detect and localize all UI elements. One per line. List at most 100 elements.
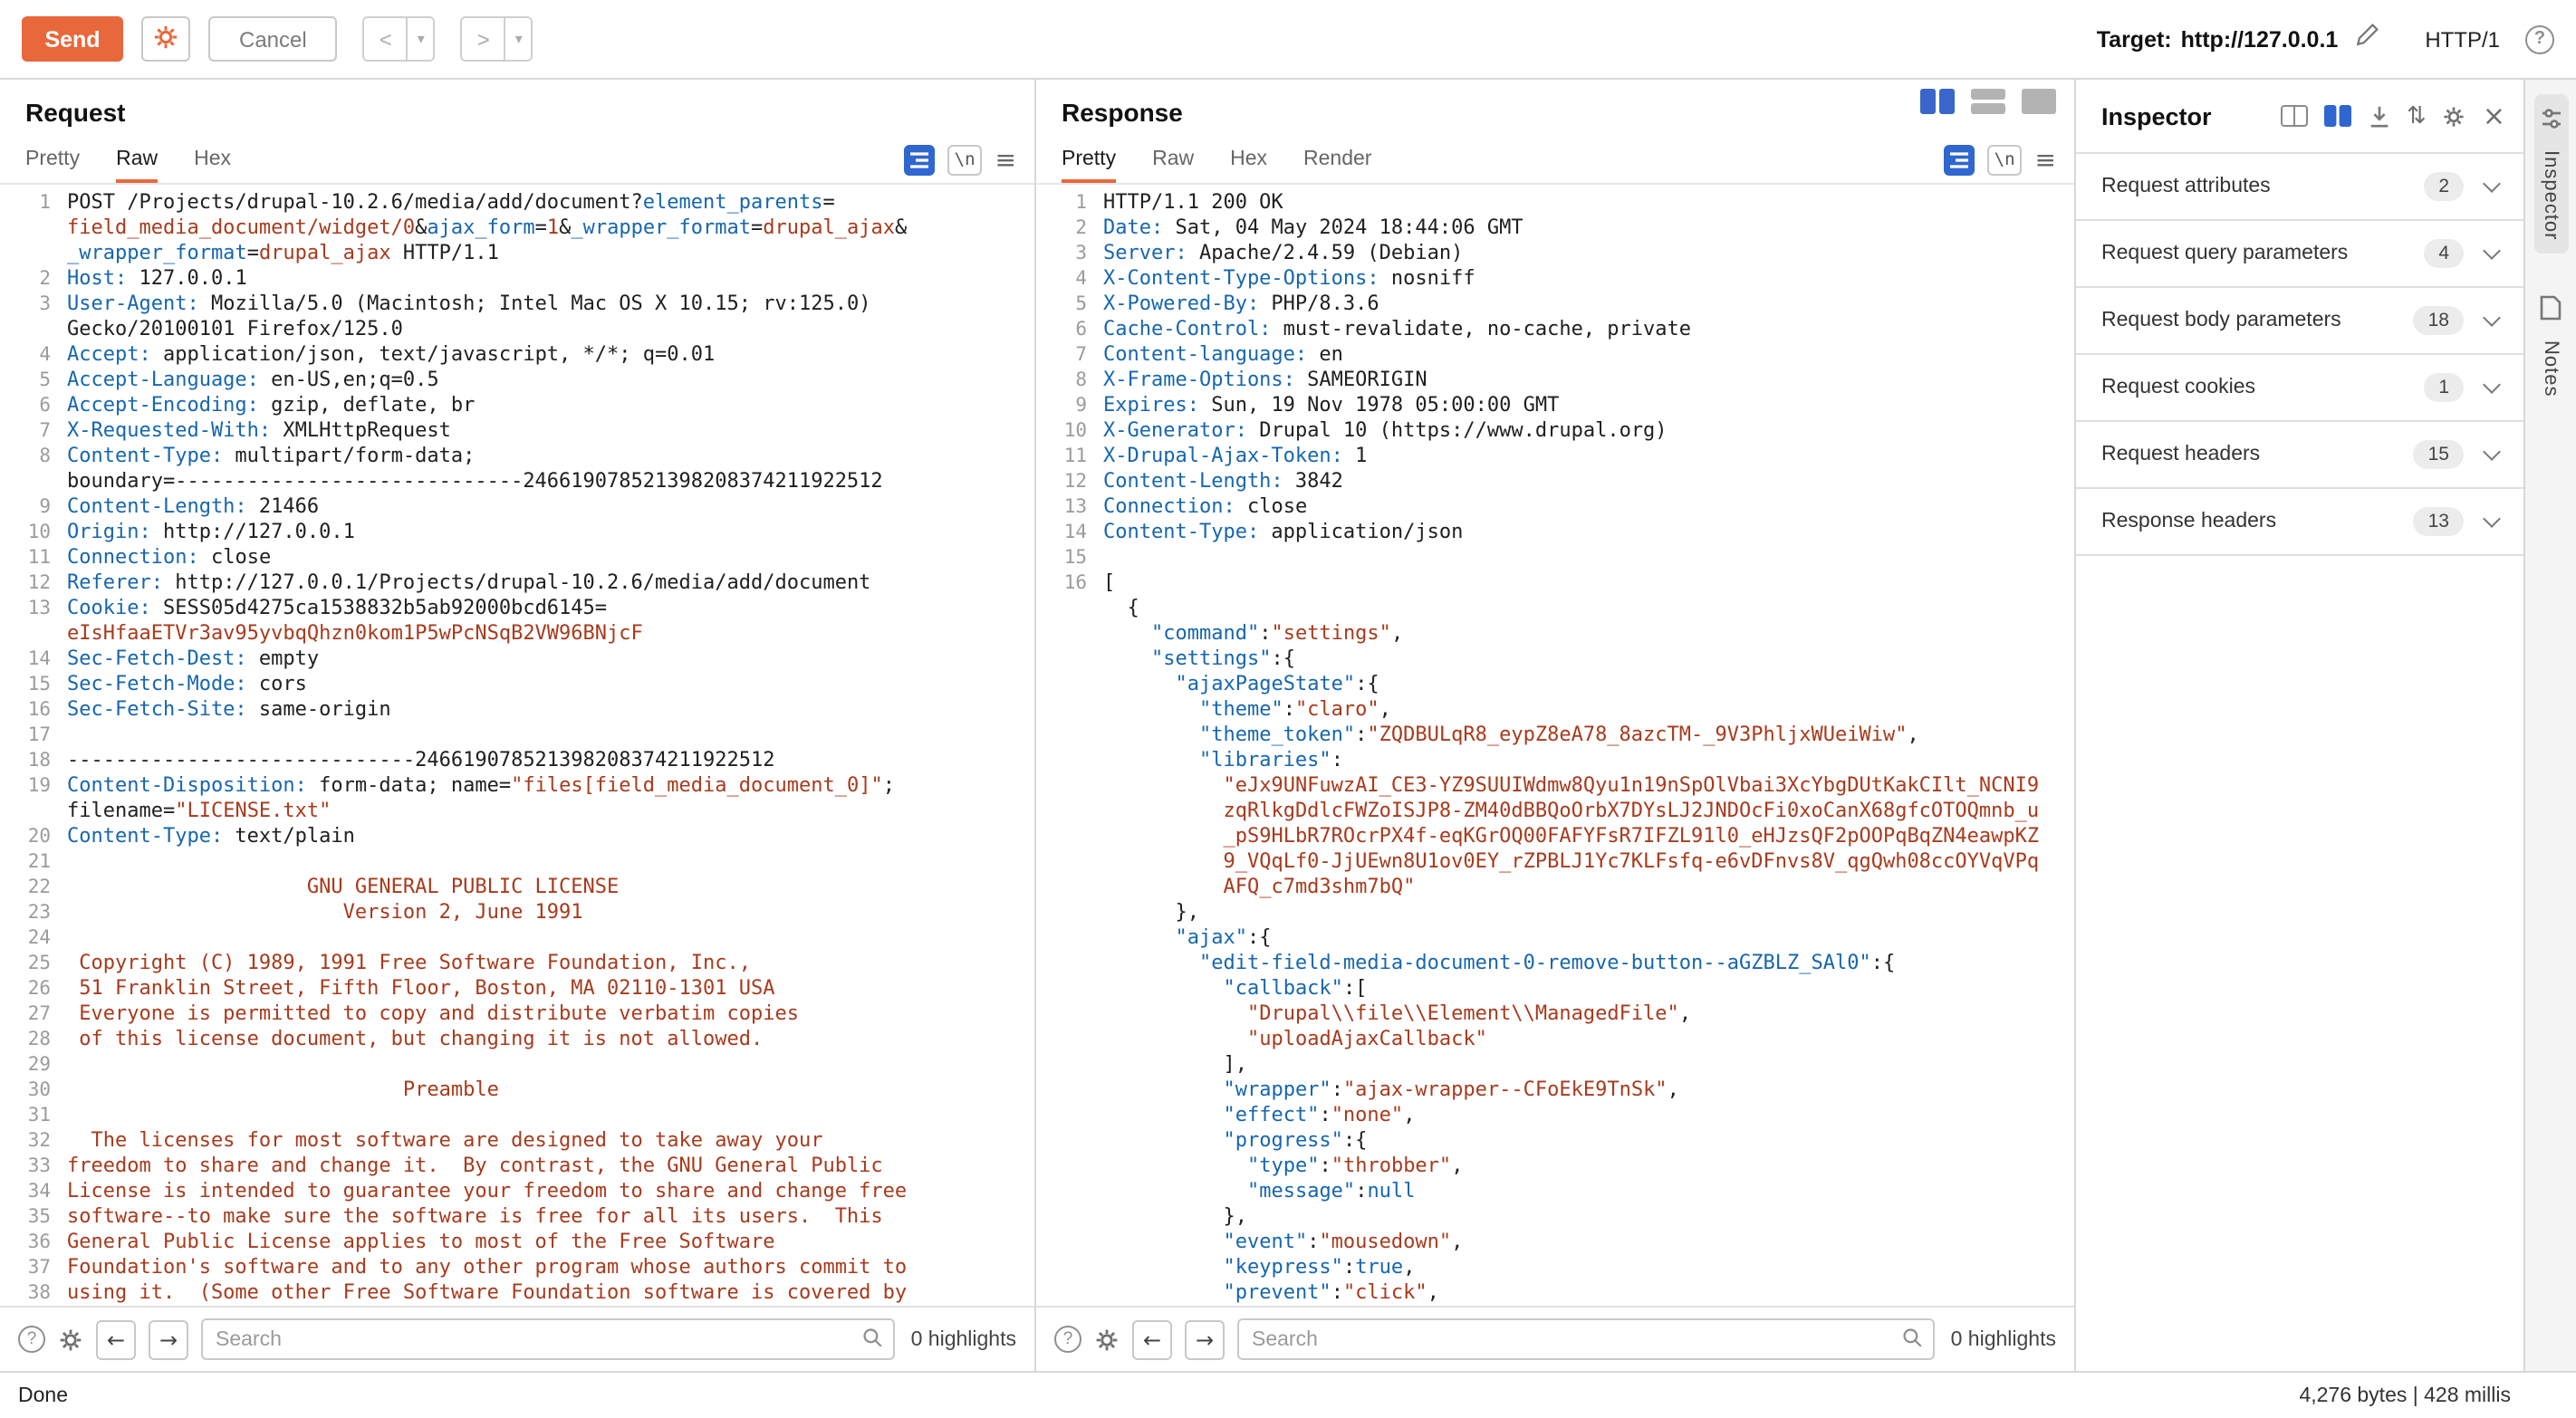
- code-line: field_media_document/widget/0&ajax_form=…: [11, 216, 1034, 241]
- line-number: 7: [1047, 342, 1087, 368]
- inspector-view-filled-icon[interactable]: [2323, 105, 2350, 127]
- search-prev-button[interactable]: ←: [1132, 1319, 1172, 1359]
- inspector-header-icons: ⇅ ×: [2280, 102, 2505, 129]
- side-tab-notes[interactable]: Notes: [2534, 283, 2567, 410]
- code-line: 26 51 Franklin Street, Fifth Floor, Bost…: [11, 976, 1034, 1001]
- chevron-down-icon: [2483, 308, 2501, 326]
- line-number: 30: [11, 1078, 51, 1103]
- tab-request-hex[interactable]: Hex: [194, 149, 231, 183]
- line-number: 38: [11, 1280, 51, 1306]
- inspector-section-request-cookies[interactable]: Request cookies 1: [2076, 355, 2523, 422]
- editor-menu-icon[interactable]: ≡: [995, 148, 1016, 173]
- code-line: "progress":{: [1047, 1128, 2074, 1154]
- inspector-section-request-attributes[interactable]: Request attributes 2: [2076, 154, 2523, 221]
- search-help-icon[interactable]: ?: [18, 1326, 45, 1353]
- send-button[interactable]: Send: [22, 16, 123, 62]
- collapse-all-icon[interactable]: [2367, 104, 2390, 128]
- request-editor[interactable]: 1POST /Projects/drupal-10.2.6/media/add/…: [0, 185, 1034, 1306]
- layout-single-icon[interactable]: [2022, 89, 2056, 114]
- line-number: [1047, 697, 1087, 723]
- chevron-down-icon: [2483, 375, 2501, 393]
- inspector-view-outline-icon[interactable]: [2280, 105, 2307, 127]
- line-number: [1047, 1230, 1087, 1255]
- line-number: 27: [11, 1001, 51, 1027]
- code-line: 18-----------------------------246619078…: [11, 748, 1034, 773]
- inspector-section-request-query-parameters[interactable]: Request query parameters 4: [2076, 221, 2523, 288]
- history-back-button[interactable]: <: [365, 18, 407, 60]
- help-icon[interactable]: ?: [2525, 24, 2554, 53]
- line-number: 34: [11, 1179, 51, 1204]
- line-number: 33: [11, 1154, 51, 1179]
- search-settings-icon[interactable]: [58, 1327, 83, 1352]
- inspector-section-request-body-parameters[interactable]: Request body parameters 18: [2076, 288, 2523, 355]
- tab-response-pretty[interactable]: Pretty: [1062, 149, 1116, 183]
- code-line: "libraries":: [1047, 748, 2074, 773]
- inspector-section-response-headers[interactable]: Response headers 13: [2076, 489, 2523, 556]
- send-settings-button[interactable]: [141, 16, 190, 62]
- code-line: boundary=-----------------------------24…: [11, 469, 1034, 494]
- tab-response-raw[interactable]: Raw: [1152, 149, 1194, 183]
- search-next-button[interactable]: →: [1185, 1319, 1225, 1359]
- line-number: 32: [11, 1128, 51, 1154]
- inspector-settings-icon[interactable]: [2443, 104, 2466, 128]
- main-area: Request Pretty Raw Hex \n ≡ 1POST /Proje…: [0, 80, 2576, 1371]
- code-line: filename="LICENSE.txt": [11, 799, 1034, 824]
- tab-request-raw[interactable]: Raw: [116, 149, 158, 183]
- side-tab-strip: Inspector Notes: [2525, 80, 2576, 1371]
- format-toggle-icon[interactable]: [1944, 145, 1975, 176]
- line-number: 16: [11, 697, 51, 723]
- history-forward-dropdown[interactable]: ▾: [505, 18, 532, 60]
- response-search-wrap: [1237, 1318, 1935, 1360]
- search-help-icon[interactable]: ?: [1054, 1326, 1081, 1353]
- code-line: 14Sec-Fetch-Dest: empty: [11, 647, 1034, 672]
- history-forward-button[interactable]: >: [463, 18, 505, 60]
- search-prev-button[interactable]: ←: [96, 1319, 136, 1359]
- code-line: "effect":"none",: [1047, 1103, 2074, 1128]
- cancel-button[interactable]: Cancel: [208, 16, 338, 62]
- inspector-section-request-headers[interactable]: Request headers 15: [2076, 422, 2523, 489]
- http-version-selector[interactable]: HTTP/1: [2425, 26, 2500, 52]
- status-bar: Done 4,276 bytes | 428 millis: [0, 1371, 2576, 1418]
- sort-updown-icon[interactable]: ⇅: [2407, 104, 2427, 128]
- code-line: 7Content-language: en: [1047, 342, 2074, 368]
- layout-columns-icon[interactable]: [1920, 89, 1955, 114]
- code-line: 30 Preamble: [11, 1078, 1034, 1103]
- line-number: [1047, 596, 1087, 621]
- line-number: 31: [11, 1103, 51, 1128]
- line-number: [1047, 799, 1087, 824]
- line-number: 15: [1047, 545, 1087, 570]
- history-back-dropdown[interactable]: ▾: [407, 18, 434, 60]
- line-number: [11, 216, 51, 241]
- edit-target-button[interactable]: [2354, 23, 2378, 55]
- tab-request-pretty[interactable]: Pretty: [25, 149, 80, 183]
- count-badge: 2: [2424, 172, 2464, 201]
- show-newlines-button[interactable]: \n: [1987, 145, 2023, 176]
- format-toggle-icon[interactable]: [904, 145, 935, 176]
- editor-menu-icon[interactable]: ≡: [2035, 148, 2056, 173]
- line-number: 18: [11, 748, 51, 773]
- code-line: 5Accept-Language: en-US,en;q=0.5: [11, 368, 1034, 393]
- side-tab-inspector[interactable]: Inspector: [2533, 94, 2568, 254]
- code-line: 11X-Drupal-Ajax-Token: 1: [1047, 444, 2074, 469]
- search-next-button[interactable]: →: [149, 1319, 188, 1359]
- response-editor[interactable]: 1HTTP/1.1 200 OK2Date: Sat, 04 May 2024 …: [1036, 185, 2074, 1306]
- code-line: 8Content-Type: multipart/form-data;: [11, 444, 1034, 469]
- line-number: [1047, 773, 1087, 799]
- code-line: 28 of this license document, but changin…: [11, 1027, 1034, 1052]
- line-number: [1047, 1027, 1087, 1052]
- line-number: 2: [1047, 216, 1087, 241]
- layout-rows-icon[interactable]: [1971, 89, 2005, 114]
- history-back-group: < ▾: [363, 16, 436, 62]
- line-number: 19: [11, 773, 51, 799]
- response-search-input[interactable]: [1237, 1318, 1935, 1360]
- request-search-input[interactable]: [201, 1318, 895, 1360]
- search-settings-icon[interactable]: [1094, 1327, 1120, 1352]
- close-icon[interactable]: ×: [2483, 102, 2505, 129]
- tab-response-render[interactable]: Render: [1303, 149, 1371, 183]
- code-line: "type":"throbber",: [1047, 1154, 2074, 1179]
- line-number: [1047, 925, 1087, 951]
- tab-response-hex[interactable]: Hex: [1230, 149, 1267, 183]
- code-line: 21: [11, 849, 1034, 875]
- show-newlines-button[interactable]: \n: [947, 145, 983, 176]
- line-number: [1047, 1078, 1087, 1103]
